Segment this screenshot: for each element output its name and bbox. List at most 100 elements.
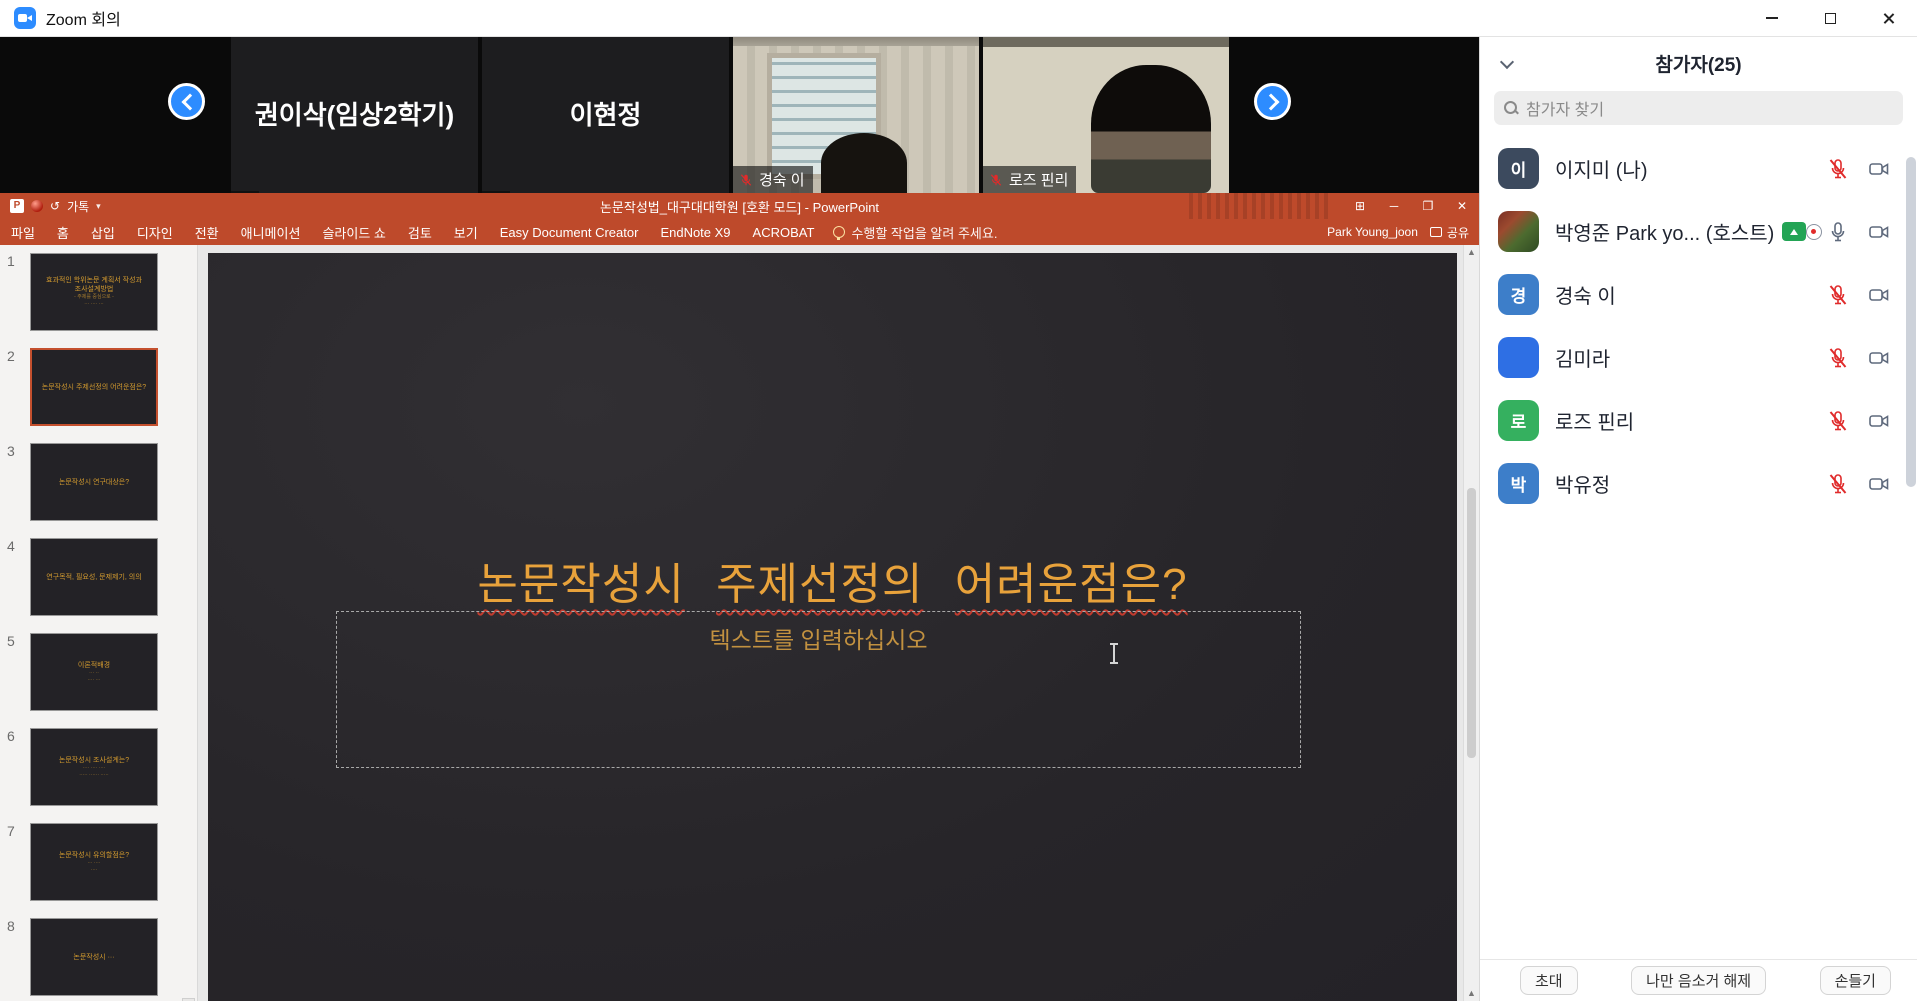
ribbon-tab[interactable]: 전환 [184,219,230,245]
mic-muted-icon[interactable] [1826,157,1850,181]
ribbon-tab[interactable]: 애니메이션 [230,219,312,245]
participant-row[interactable]: 김미라 [1480,326,1917,389]
mic-on-icon[interactable] [1826,220,1850,244]
ribbon-tab[interactable]: 보기 [443,219,489,245]
scroll-up-icon[interactable]: ▲ [1467,247,1476,257]
participant-name: 박영준 Park yo... (호스트) [1555,217,1774,246]
avatar: 경 [1498,274,1539,315]
video-tile[interactable]: 경숙 이 경숙 이 [733,37,981,193]
ribbon-options-button[interactable]: ⊞ [1343,193,1377,219]
search-placeholder: 참가자 찾기 [1526,96,1604,120]
ppt-window-controls: ⊞ ─ ❐ ✕ [1343,193,1479,219]
zoom-window-title: Zoom 회의 [46,6,121,30]
slide-title-word: 논문작성시 [477,560,684,609]
qat-dropdown-icon[interactable]: ▾ [96,201,101,212]
video-tile[interactable]: 로즈 핀리 로즈 핀리 [983,37,1231,193]
strip-next-button[interactable] [1254,83,1291,120]
ribbon-tab[interactable]: 슬라이드 쇼 [311,219,396,245]
camera-on-icon[interactable] [1867,409,1891,433]
slide-thumbnail-image[interactable]: 효과적인 학위논문 계획서 작성과 조사설계방법 - 주제를 중심으로 - ··… [30,253,158,331]
share-button[interactable]: 공유 [1430,224,1469,241]
participant-row[interactable]: 박 박유정 [1480,452,1917,515]
quick-access-toolbar: P ↺ 가톡 ▾ [10,198,101,215]
slide-thumbnail-image[interactable]: 논문작성시 연구대상은? [30,443,158,521]
tell-me-box[interactable]: 수행할 작업을 알려 주세요. [833,223,997,242]
mic-muted-icon[interactable] [1826,472,1850,496]
close-button[interactable] [1859,0,1917,36]
avatar: 이 [1498,148,1539,189]
ribbon-tab[interactable]: EndNote X9 [649,219,741,245]
ppt-close-button[interactable]: ✕ [1445,193,1479,219]
chevron-down-icon[interactable] [1500,55,1514,69]
undo-icon[interactable]: ↺ [50,199,60,213]
strip-prev-button[interactable] [168,83,205,120]
tile-name-label: 로즈 핀리 [1009,169,1068,190]
participant-row[interactable]: 이 이지미 (나) [1480,137,1917,200]
slide-thumbnail[interactable]: 5 이론적배경 ··· ·· ···· ··· [0,633,197,714]
video-tile[interactable]: 이현정 이현정 [482,37,731,193]
slide-thumbnail-image[interactable]: 논문작성시 ··· [30,918,158,996]
share-icon [1430,227,1442,237]
account-name[interactable]: Park Young_joon [1327,225,1418,239]
ribbon-tab[interactable]: 디자인 [126,219,184,245]
ppt-minimize-button[interactable]: ─ [1377,193,1411,219]
video-tile[interactable]: 권이삭(임상2학기) 권이삭(임상2학기) [231,37,480,193]
slide-thumbnail[interactable]: 4 연구목적, 필요성, 문제제기, 의의 [0,538,197,619]
slide-title-word: 어려운점은? [955,560,1188,609]
minimize-button[interactable] [1743,0,1801,36]
participant-name-overlay: 이현정 [482,37,729,193]
slide-thumbnail[interactable]: 7 논문작성시 유의할점은? ··· ···· ···· [0,823,197,904]
mic-muted-icon[interactable] [1826,283,1850,307]
editor-scrollbar[interactable]: ▲ ▲ ▼ [1463,245,1479,1001]
tile-name-label: 경숙 이 [759,169,805,190]
camera-on-icon[interactable] [1867,283,1891,307]
slide-thumbnail[interactable]: 3 논문작성시 연구대상은? [0,443,197,524]
slide-number: 7 [7,823,15,839]
participants-list: 이 이지미 (나) [1480,137,1917,959]
mic-muted-icon[interactable] [1826,346,1850,370]
camera-on-icon[interactable] [1867,157,1891,181]
ppt-titlebar: P ↺ 가톡 ▾ 논문작성법_대구대대학원 [호환 모드] - PowerPoi… [0,193,1479,219]
participant-row[interactable]: 경 경숙 이 [1480,263,1917,326]
participant-search-input[interactable]: 참가자 찾기 [1494,91,1903,125]
ribbon-tab[interactable]: ACROBAT [742,219,826,245]
invite-button[interactable]: 초대 [1520,966,1578,995]
slide-thumbnail[interactable]: 6 논문작성시 조사설계는? ···· ···· ···· ····· ····… [0,728,197,809]
slide-thumbnail-image[interactable]: 논문작성시 조사설계는? ···· ···· ···· ····· ······… [30,728,158,806]
slide-thumbnail[interactable]: 2 논문작성시 주제선정의 어려운점은? [0,348,197,429]
slide-thumbnail-image[interactable]: 이론적배경 ··· ·· ···· ··· [30,633,158,711]
slide-number: 1 [7,253,15,269]
participant-row[interactable]: 로 로즈 핀리 [1480,389,1917,452]
ribbon-tab[interactable]: Easy Document Creator [489,219,650,245]
slide-number: 4 [7,538,15,554]
ppt-restore-button[interactable]: ❐ [1411,193,1445,219]
prev-slide-icon[interactable]: ▲ [1467,988,1476,998]
text-placeholder-box[interactable]: 텍스트를 입력하십시오 [336,611,1301,768]
screen-share-badge [1782,222,1806,241]
ribbon-tab[interactable]: 파일 [0,219,46,245]
panel-scrollbar-thumb[interactable] [1906,157,1916,487]
slide-title[interactable]: 논문작성시 주제선정의 어려운점은? [208,548,1457,612]
slide-thumbnail[interactable]: 1 효과적인 학위논문 계획서 작성과 조사설계방법 - 주제를 중심으로 - … [0,253,197,334]
camera-on-icon[interactable] [1867,220,1891,244]
slide-thumbnail[interactable]: 8 논문작성시 ··· [0,918,197,999]
slide-editor: 논문작성시 주제선정의 어려운점은? 텍스트를 입력하십시오 [198,245,1463,1001]
mic-muted-icon[interactable] [1826,409,1850,433]
zoom-logo-icon [14,7,36,29]
scrollbar-thumb[interactable] [1467,488,1476,758]
ribbon-tab[interactable]: 홈 [46,219,80,245]
slide-thumbnail-image[interactable]: 논문작성시 주제선정의 어려운점은? [30,348,158,426]
slide-thumbnail-image[interactable]: 연구목적, 필요성, 문제제기, 의의 [30,538,158,616]
ribbon-tab[interactable]: 검토 [397,219,443,245]
ribbon-tab[interactable]: 삽입 [80,219,126,245]
camera-on-icon[interactable] [1867,472,1891,496]
unmute-self-button[interactable]: 나만 음소거 해제 [1631,966,1766,995]
slide-number: 2 [7,348,15,364]
raise-hand-button[interactable]: 손들기 [1820,966,1891,995]
participant-row[interactable]: 박영준 Park yo... (호스트) [1480,200,1917,263]
current-slide[interactable]: 논문작성시 주제선정의 어려운점은? 텍스트를 입력하십시오 [208,253,1457,1001]
maximize-button[interactable] [1801,0,1859,36]
camera-on-icon[interactable] [1867,346,1891,370]
slide-thumbnail-image[interactable]: 논문작성시 유의할점은? ··· ···· ···· [30,823,158,901]
slide-number: 6 [7,728,15,744]
